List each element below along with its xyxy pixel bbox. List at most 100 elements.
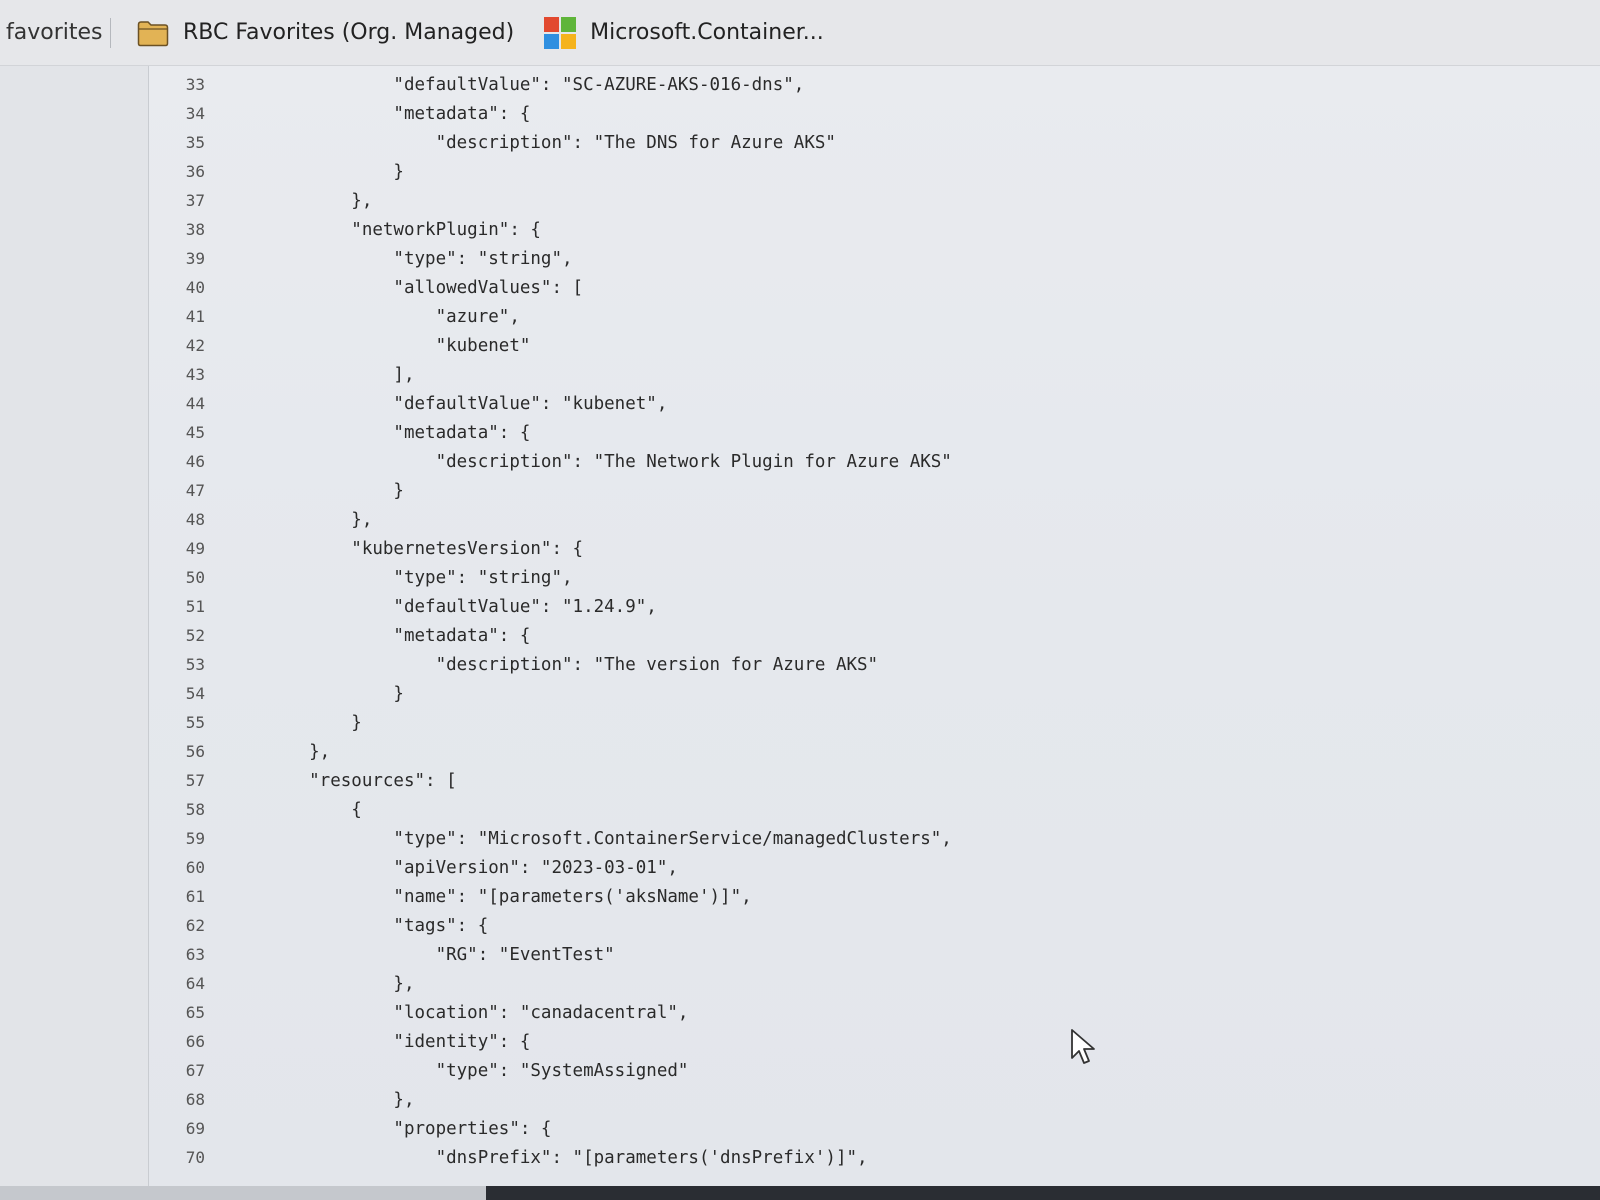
line-number: 70 <box>185 1148 205 1167</box>
line-number: 60 <box>185 858 205 877</box>
favorites-bar-label: favorites <box>6 20 103 45</box>
code-text[interactable]: "defaultValue": "1.24.9", <box>267 597 656 617</box>
code-line: 37 }, <box>149 186 373 215</box>
code-line: 64 }, <box>149 969 415 998</box>
line-number: 44 <box>185 394 205 413</box>
code-text[interactable]: } <box>267 713 362 733</box>
code-text[interactable]: "resources": [ <box>267 771 457 791</box>
line-number: 59 <box>185 829 205 848</box>
code-text[interactable]: "description": "The version for Azure AK… <box>267 655 879 675</box>
code-line: 39 "type": "string", <box>149 244 573 273</box>
microsoft-logo-icon <box>544 16 577 49</box>
code-text[interactable]: { <box>267 800 362 820</box>
favorite-microsoft-container[interactable]: Microsoft.Container... <box>536 11 832 55</box>
mouse-pointer-icon <box>1071 1029 1095 1064</box>
code-line: 70 "dnsPrefix": "[parameters('dnsPrefix'… <box>149 1143 868 1172</box>
line-number: 55 <box>185 713 205 732</box>
code-text[interactable]: "kubenet" <box>267 336 531 356</box>
code-text[interactable]: "properties": { <box>267 1119 551 1139</box>
line-number: 67 <box>185 1061 205 1080</box>
code-text[interactable]: "dnsPrefix": "[parameters('dnsPrefix')]"… <box>267 1148 868 1168</box>
code-line: 43 ], <box>149 360 415 389</box>
code-line: 49 "kubernetesVersion": { <box>149 534 583 563</box>
code-text[interactable]: "metadata": { <box>267 626 530 646</box>
code-text[interactable]: "type": "string", <box>267 568 572 588</box>
code-text[interactable]: "identity": { <box>267 1032 530 1052</box>
code-text[interactable]: }, <box>267 1090 414 1110</box>
code-text[interactable]: } <box>267 684 404 704</box>
line-number: 54 <box>185 684 205 703</box>
line-number: 66 <box>185 1032 205 1051</box>
line-number: 65 <box>185 1003 205 1022</box>
code-line: 57 "resources": [ <box>149 766 457 795</box>
code-line: 60 "apiVersion": "2023-03-01", <box>149 853 678 882</box>
code-text[interactable]: }, <box>267 191 372 211</box>
code-line: 63 "RG": "EventTest" <box>149 940 615 969</box>
line-number: 57 <box>185 771 205 790</box>
line-number: 48 <box>185 510 205 529</box>
taskbar-dark-segment <box>486 1186 1600 1200</box>
code-line: 55 } <box>149 708 362 737</box>
code-text[interactable]: "description": "The DNS for Azure AKS" <box>267 133 836 153</box>
code-text[interactable]: "metadata": { <box>267 104 530 124</box>
code-text[interactable]: }, <box>267 510 372 530</box>
code-text[interactable]: "kubernetesVersion": { <box>267 539 583 559</box>
code-text[interactable]: }, <box>267 974 414 994</box>
favorite-rbc-folder-label: RBC Favorites (Org. Managed) <box>183 20 515 45</box>
code-text[interactable]: "type": "SystemAssigned" <box>267 1061 689 1081</box>
code-line: 42 "kubenet" <box>149 331 531 360</box>
code-text[interactable]: "location": "canadacentral", <box>267 1003 688 1023</box>
code-text[interactable]: "azure", <box>267 307 520 327</box>
code-text[interactable]: "tags": { <box>267 916 488 936</box>
line-number: 62 <box>185 916 205 935</box>
code-line: 46 "description": "The Network Plugin fo… <box>149 447 952 476</box>
code-text[interactable]: "defaultValue": "kubenet", <box>267 394 667 414</box>
code-line: 47 } <box>149 476 404 505</box>
code-text[interactable]: "RG": "EventTest" <box>267 945 615 965</box>
line-number: 46 <box>185 452 205 471</box>
line-number: 56 <box>185 742 205 761</box>
code-area: 33 "defaultValue": "SC-AZURE-AKS-016-dns… <box>149 66 1600 1186</box>
code-text[interactable]: "defaultValue": "SC-AZURE-AKS-016-dns", <box>267 75 804 95</box>
code-line: 54 } <box>149 679 404 708</box>
line-number: 45 <box>185 423 205 442</box>
line-number: 61 <box>185 887 205 906</box>
code-line: 61 "name": "[parameters('aksName')]", <box>149 882 752 911</box>
code-line: 51 "defaultValue": "1.24.9", <box>149 592 657 621</box>
code-text[interactable]: }, <box>267 742 330 762</box>
line-number: 34 <box>185 104 205 123</box>
code-line: 38 "networkPlugin": { <box>149 215 541 244</box>
code-text[interactable]: ], <box>267 365 414 385</box>
line-number: 69 <box>185 1119 205 1138</box>
folder-icon <box>137 19 169 47</box>
code-line: 62 "tags": { <box>149 911 489 940</box>
code-line: 59 "type": "Microsoft.ContainerService/m… <box>149 824 952 853</box>
line-number: 58 <box>185 800 205 819</box>
favorite-rbc-folder[interactable]: RBC Favorites (Org. Managed) <box>129 11 522 55</box>
line-number: 51 <box>185 597 205 616</box>
code-text[interactable]: "metadata": { <box>267 423 530 443</box>
code-text[interactable]: "name": "[parameters('aksName')]", <box>267 887 751 907</box>
line-number: 39 <box>185 249 205 268</box>
line-number: 33 <box>185 75 205 94</box>
line-number: 41 <box>185 307 205 326</box>
json-viewer: 33 "defaultValue": "SC-AZURE-AKS-016-dns… <box>0 66 1600 1186</box>
code-text[interactable]: } <box>267 481 404 501</box>
line-number: 47 <box>185 481 205 500</box>
code-text[interactable]: "type": "string", <box>267 249 572 269</box>
code-text[interactable]: "apiVersion": "2023-03-01", <box>267 858 677 878</box>
code-text[interactable]: "type": "Microsoft.ContainerService/mana… <box>267 829 951 849</box>
favorite-microsoft-container-label: Microsoft.Container... <box>590 20 824 45</box>
line-number: 35 <box>185 133 205 152</box>
code-line: 58 { <box>149 795 362 824</box>
code-text[interactable]: "allowedValues": [ <box>267 278 583 298</box>
code-line: 65 "location": "canadacentral", <box>149 998 689 1027</box>
code-text[interactable]: "networkPlugin": { <box>267 220 541 240</box>
line-number: 53 <box>185 655 205 674</box>
line-number: 52 <box>185 626 205 645</box>
code-text[interactable]: } <box>267 162 404 182</box>
code-line: 53 "description": "The version for Azure… <box>149 650 878 679</box>
code-text[interactable]: "description": "The Network Plugin for A… <box>267 452 952 472</box>
code-line: 41 "azure", <box>149 302 520 331</box>
code-line: 45 "metadata": { <box>149 418 531 447</box>
